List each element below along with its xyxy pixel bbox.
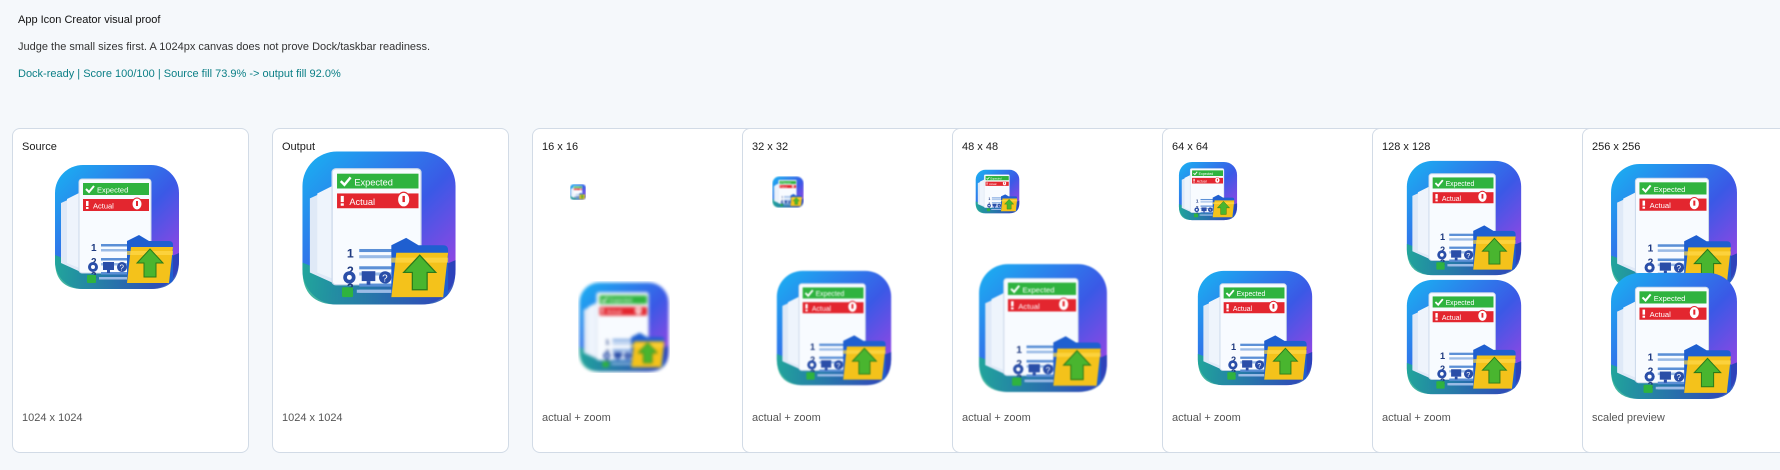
icon-zoom-64: Expected Actual 1 2 3 ? <box>1196 269 1314 387</box>
svg-text:?: ? <box>1466 370 1470 379</box>
card-label: 48 x 48 <box>962 141 999 153</box>
card-footer: actual + zoom <box>1382 412 1451 424</box>
svg-text:1: 1 <box>1231 342 1236 352</box>
svg-text:1: 1 <box>91 243 97 254</box>
card-footer: 1024 x 1024 <box>22 412 83 424</box>
svg-text:Actual: Actual <box>1442 315 1462 322</box>
svg-text:Actual: Actual <box>1442 196 1462 203</box>
svg-text:Expected: Expected <box>1446 300 1475 307</box>
svg-text:Actual: Actual <box>607 310 622 316</box>
preview-cards: Source Expected Actual 1 ? 1024 x 1024 O… <box>12 128 1780 453</box>
svg-text:Actual: Actual <box>1650 310 1671 319</box>
svg-text:Expected: Expected <box>1654 294 1686 303</box>
svg-text:Expected: Expected <box>97 186 128 195</box>
svg-text:1: 1 <box>1440 232 1445 242</box>
card-label: 128 x 128 <box>1382 141 1431 153</box>
svg-text:Actual: Actual <box>1233 306 1253 313</box>
icon-zoom-16: Expected Actual 1 2 3 ? <box>578 281 670 373</box>
icon-zoom-128: Expected Actual 1 2 3 ? <box>1405 278 1523 396</box>
svg-text:1: 1 <box>988 197 990 201</box>
card-label: 64 x 64 <box>1172 141 1209 153</box>
svg-text:1: 1 <box>347 247 354 261</box>
svg-text:Expected: Expected <box>354 177 393 187</box>
icon-actual-128: Expected Actual 1 2 3 ? <box>1405 159 1523 277</box>
card-label: 16 x 16 <box>542 141 579 153</box>
svg-text:Expected: Expected <box>1237 291 1266 298</box>
svg-text:Expected: Expected <box>1022 285 1054 294</box>
svg-text:Actual: Actual <box>1018 302 1040 311</box>
svg-text:1: 1 <box>810 342 815 352</box>
card-256: 256 x 256 Expected Actual 1 ? Expected A… <box>1582 128 1780 453</box>
card-label: 32 x 32 <box>752 141 789 153</box>
svg-text:Actual: Actual <box>1650 201 1671 210</box>
card-footer: scaled preview <box>1592 412 1665 424</box>
card-footer: actual + zoom <box>962 412 1031 424</box>
output-icon-image: Expected Actual 1 2 3 ? <box>300 149 458 307</box>
card-label: Source <box>22 141 57 153</box>
card-64: 64 x 64 Expected Actual 1 2 ? Expected A… <box>1162 128 1399 453</box>
card-32: 32 x 32 Expected Actual 1 ? Expected Act… <box>742 128 979 453</box>
svg-text:?: ? <box>1257 361 1261 370</box>
svg-text:?: ? <box>1046 366 1051 375</box>
status-summary: Dock-ready | Score 100/100 | Source fill… <box>18 68 341 80</box>
svg-text:1: 1 <box>1016 345 1022 356</box>
svg-text:?: ? <box>1209 208 1211 212</box>
svg-text:Expected: Expected <box>816 291 845 298</box>
icon-preview-256: Expected Actual 1 2 3 ? <box>1609 271 1739 401</box>
card-footer: actual + zoom <box>542 412 611 424</box>
icon-zoom-48: Expected Actual 1 2 3 ? <box>977 262 1109 394</box>
svg-text:1: 1 <box>1648 352 1654 363</box>
svg-text:Actual: Actual <box>349 197 375 207</box>
svg-text:Expected: Expected <box>610 298 632 304</box>
card-footer: actual + zoom <box>1172 412 1241 424</box>
svg-text:?: ? <box>836 361 840 370</box>
svg-text:Actual: Actual <box>812 306 832 313</box>
card-48: 48 x 48 Expected Actual 1 ? Expected Act… <box>952 128 1189 453</box>
svg-text:1: 1 <box>1648 243 1654 254</box>
svg-text:?: ? <box>626 354 629 360</box>
svg-text:Actual: Actual <box>1197 179 1207 183</box>
card-output: Output Expected Actual 1 2 ? 1024 x 1024 <box>272 128 509 453</box>
page-subtitle: Judge the small sizes first. A 1024px ca… <box>18 41 431 53</box>
svg-text:Expected: Expected <box>1654 185 1686 194</box>
card-16: 16 x 16 Expected Actual 1 ? Expected Act… <box>532 128 769 453</box>
card-128: 128 x 128 Expected Actual 1 2 ? Expected… <box>1372 128 1609 453</box>
svg-text:1: 1 <box>1440 351 1445 361</box>
svg-text:Expected: Expected <box>1446 181 1475 188</box>
page-header: App Icon Creator visual proof Judge the … <box>18 14 430 80</box>
svg-text:?: ? <box>1677 373 1682 382</box>
svg-text:1: 1 <box>605 338 609 346</box>
card-footer: actual + zoom <box>752 412 821 424</box>
svg-text:Actual: Actual <box>93 202 114 211</box>
icon-actual-64: Expected Actual 1 2 3 ? <box>1178 161 1238 221</box>
page-title: App Icon Creator visual proof <box>18 14 161 26</box>
card-label: 256 x 256 <box>1592 141 1641 153</box>
svg-text:1: 1 <box>1196 198 1199 203</box>
card-footer: 1024 x 1024 <box>282 412 343 424</box>
svg-text:?: ? <box>1466 251 1470 260</box>
icon-actual-32: Expected Actual 1 2 3 ? <box>772 176 804 208</box>
svg-text:Expected: Expected <box>1199 172 1214 176</box>
svg-text:?: ? <box>382 274 388 285</box>
card-source: Source Expected Actual 1 ? 1024 x 1024 <box>12 128 249 453</box>
svg-text:?: ? <box>120 264 125 273</box>
source-icon-image: Expected Actual 1 2 3 ? <box>53 163 181 291</box>
icon-actual-48: Expected Actual 1 2 3 ? <box>975 169 1020 214</box>
icon-actual-16: Expected Actual 1 2 3 ? <box>570 184 586 200</box>
icon-zoom-32: Expected Actual 1 2 3 ? <box>775 269 893 387</box>
